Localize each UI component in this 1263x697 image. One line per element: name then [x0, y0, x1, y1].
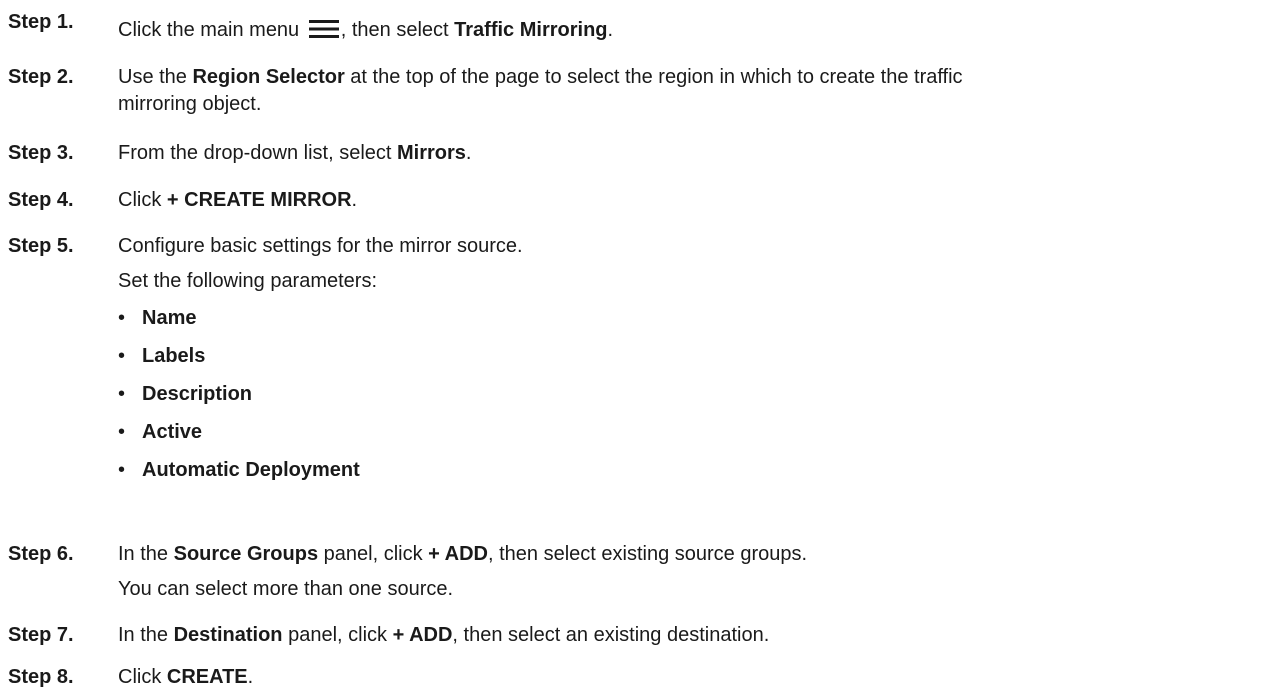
step-7-label: Step 7. — [8, 624, 74, 646]
parameter-item-name: • Name — [118, 299, 1253, 337]
bullet-icon: • — [118, 307, 126, 329]
step-1-text-a: Click the main menu — [118, 19, 305, 41]
step-1-text-b: , then select — [340, 19, 455, 41]
bullet-icon: • — [118, 383, 126, 405]
step-2-bold-region-selector: Region Selector — [192, 66, 345, 88]
step-6-text-note: You can select more than one source. — [118, 578, 454, 600]
step-7-bold-add: + ADD — [392, 624, 453, 646]
step-5-text-b: Set the following parameters: — [118, 270, 378, 292]
step-6-bold-add: + ADD — [428, 543, 488, 565]
step-5-text: Configure basic settings for the mirror … — [118, 233, 1253, 489]
step-3-label: Step 3. — [8, 142, 74, 164]
step-4-text: Click + CREATE MIRROR. — [118, 189, 358, 211]
step-1-text: Click the main menu , then select Traffi… — [118, 19, 614, 41]
step-3-bold-mirrors: Mirrors — [397, 142, 466, 164]
step-6-bold-source-groups: Source Groups — [173, 543, 319, 565]
step-5-label: Step 5. — [8, 235, 74, 257]
step-3-text: From the drop-down list, select Mirrors. — [118, 142, 472, 164]
parameter-item-automatic-deployment: • Automatic Deployment — [118, 451, 1253, 489]
step-1-label: Step 1. — [8, 11, 74, 33]
step-2-text: Use the Region Selector at the top of th… — [118, 64, 1253, 118]
step-8-text: Click CREATE. — [118, 666, 254, 688]
step-4-label: Step 4. — [8, 189, 74, 211]
step-4-bold-create-mirror: + CREATE MIRROR — [166, 189, 352, 211]
parameter-item-description: • Description — [118, 375, 1253, 413]
step-7-text: In the Destination panel, click + ADD, t… — [118, 624, 770, 646]
bullet-icon: • — [118, 345, 126, 367]
step-8-label: Step 8. — [8, 666, 74, 688]
step-2-text-continued: mirroring object. — [118, 93, 262, 115]
step-7-bold-destination: Destination — [173, 624, 283, 646]
step-6-label: Step 6. — [8, 543, 74, 565]
parameter-item-labels: • Labels — [118, 337, 1253, 375]
step-1-bold-traffic-mirroring: Traffic Mirroring — [454, 19, 608, 41]
hamburger-menu-icon — [308, 20, 339, 38]
step-6-text: In the Source Groups panel, click + ADD,… — [118, 541, 1253, 603]
bullet-icon: • — [118, 421, 126, 443]
parameter-item-active: • Active — [118, 413, 1253, 451]
bullet-icon: • — [118, 459, 126, 481]
parameter-list: • Name • Labels • Description • Active • Auto… — [118, 299, 1253, 489]
step-5-text-a: Configure basic settings for the mirror … — [118, 235, 523, 257]
step-2-label: Step 2. — [8, 66, 74, 88]
step-8-bold-create: CREATE — [166, 666, 248, 688]
procedure-document: Step 1. Click the main menu , then selec… — [0, 0, 1263, 697]
